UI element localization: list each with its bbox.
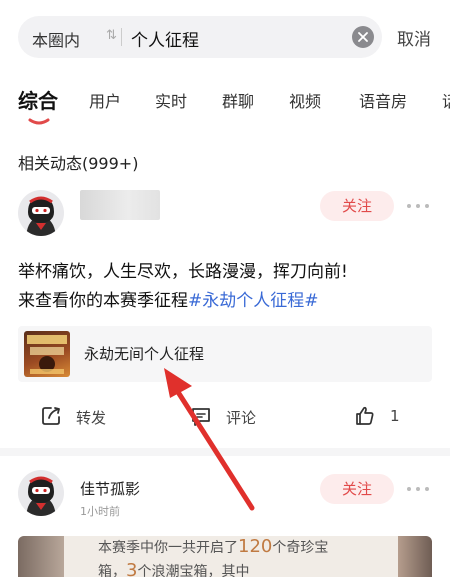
post-divider bbox=[0, 448, 450, 456]
search-divider bbox=[121, 28, 122, 46]
sort-toggle-icon[interactable]: ⇅ bbox=[106, 28, 117, 43]
post-text-line: 举杯痛饮，人生尽欢，长路漫漫，挥刀向前! bbox=[18, 262, 348, 282]
comment-icon bbox=[192, 408, 210, 426]
preview-edge bbox=[398, 536, 432, 577]
repost-label: 转发 bbox=[76, 409, 107, 427]
search-scope-selector[interactable]: 本圈内 bbox=[32, 27, 80, 51]
repost-button[interactable]: 转发 bbox=[40, 405, 130, 429]
linked-card[interactable]: 永劫无间个人征程 bbox=[18, 326, 432, 382]
tab-voice-room[interactable]: 语音房 bbox=[359, 88, 407, 112]
comment-label: 评论 bbox=[226, 409, 257, 427]
result-tabs: 综合 用户 实时 群聊 视频 语音房 话 bbox=[0, 80, 450, 128]
follow-button[interactable]: 关注 bbox=[320, 191, 394, 221]
more-options-icon[interactable] bbox=[406, 203, 430, 209]
clear-search-icon[interactable] bbox=[352, 26, 374, 48]
username[interactable]: 佳节孤影 bbox=[80, 478, 140, 499]
username-blurred bbox=[80, 190, 160, 220]
search-input[interactable]: 个人征程 bbox=[131, 26, 199, 51]
tab-realtime[interactable]: 实时 bbox=[155, 88, 187, 112]
tab-topic[interactable]: 话 bbox=[442, 88, 450, 112]
cancel-button[interactable]: 取消 bbox=[397, 25, 431, 50]
tab-video[interactable]: 视频 bbox=[289, 88, 321, 112]
hashtag-link[interactable]: #永劫个人征程# bbox=[188, 291, 319, 311]
like-count: 1 bbox=[390, 407, 400, 425]
avatar-character-icon bbox=[26, 476, 56, 516]
game-poster-icon bbox=[27, 335, 67, 374]
preview-edge bbox=[18, 536, 64, 577]
avatar[interactable] bbox=[18, 190, 64, 236]
section-title: 相关动态(999+) bbox=[18, 154, 139, 173]
follow-button[interactable]: 关注 bbox=[320, 474, 394, 504]
active-tab-indicator bbox=[28, 118, 50, 125]
card-title: 永劫无间个人征程 bbox=[84, 345, 205, 363]
tab-users[interactable]: 用户 bbox=[89, 88, 121, 112]
thumbs-up-icon bbox=[356, 406, 374, 425]
post-timestamp: 1小时前 bbox=[80, 505, 120, 518]
tab-group-chat[interactable]: 群聊 bbox=[222, 88, 254, 112]
like-button[interactable]: 1 bbox=[354, 405, 414, 429]
preview-line: 本赛季中你一共开启了120个奇珍宝 bbox=[98, 536, 329, 557]
preview-line: 箱，3个浪潮宝箱，其中 bbox=[98, 560, 250, 577]
tab-comprehensive[interactable]: 综合 bbox=[18, 85, 58, 114]
post-body: 举杯痛饮，人生尽欢，长路漫漫，挥刀向前! 来查看你的本赛季征程#永劫个人征程# bbox=[18, 258, 438, 316]
share-icon bbox=[42, 407, 60, 425]
post-image-preview[interactable]: 本赛季中你一共开启了120个奇珍宝 箱，3个浪潮宝箱，其中 bbox=[18, 536, 432, 577]
post-text-line: 来查看你的本赛季征程#永劫个人征程# bbox=[18, 291, 319, 311]
card-thumbnail bbox=[24, 331, 70, 377]
more-options-icon[interactable] bbox=[406, 486, 430, 492]
comment-button[interactable]: 评论 bbox=[190, 405, 280, 429]
search-bar-row: 本圈内 ⇅ 个人征程 取消 bbox=[0, 0, 450, 76]
search-box[interactable]: 本圈内 ⇅ 个人征程 bbox=[18, 16, 382, 58]
avatar-character-icon bbox=[26, 196, 56, 236]
avatar[interactable] bbox=[18, 470, 64, 516]
